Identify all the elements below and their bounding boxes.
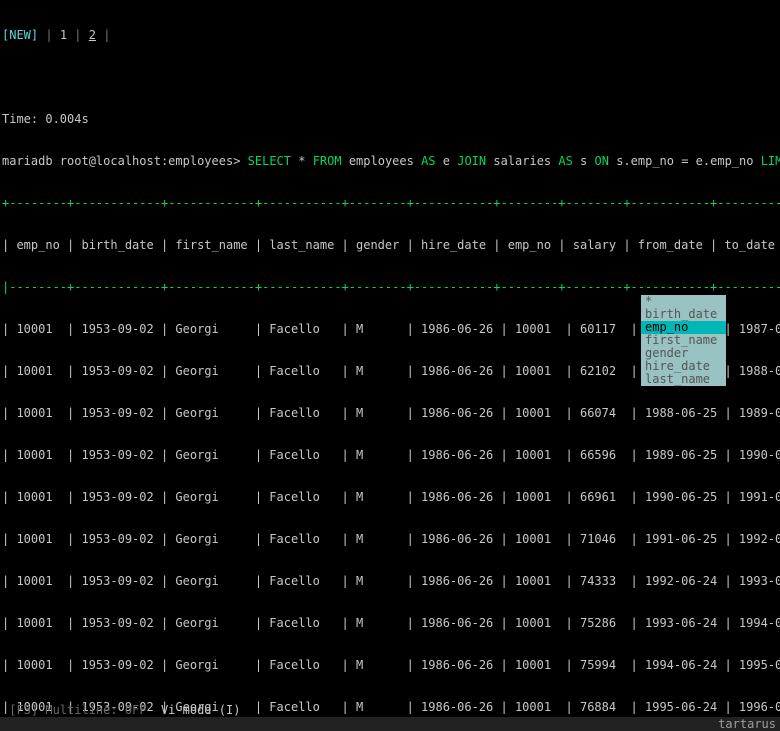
blank-line [2, 70, 778, 84]
vi-mode-indicator: Vi-mode (I) [161, 703, 240, 717]
tab-new[interactable]: [NEW] [2, 28, 38, 42]
table-row: | 10001 | 1953-09-02 | Georgi | Facello … [2, 532, 778, 546]
table-row: | 10001 | 1953-09-02 | Georgi | Facello … [2, 448, 778, 462]
table-row: | 10001 | 1953-09-02 | Georgi | Facello … [2, 658, 778, 672]
tab-1[interactable]: 1 [60, 28, 67, 42]
table-border-top: +--------+------------+------------+----… [2, 196, 778, 210]
table-border-mid: |--------+------------+------------+----… [2, 280, 778, 294]
table-row: | 10001 | 1953-09-02 | Georgi | Facello … [2, 406, 778, 420]
autocomplete-popup[interactable]: * birth_date emp_no first_name gender hi… [641, 295, 726, 386]
table-row: | 10001 | 1953-09-02 | Georgi | Facello … [2, 574, 778, 588]
client-tabbar[interactable]: [NEW] | 1 | 2 | [2, 28, 778, 42]
mode-line: [F3] Multiline: OFF Vi-mode (I) [0, 703, 780, 717]
repl-prompt: mariadb root@localhost:employees> [2, 154, 248, 168]
query-time-1: Time: 0.004s [2, 112, 778, 126]
table-row: | 10001 | 1953-09-02 | Georgi | Facello … [2, 616, 778, 630]
tab-2-active[interactable]: 2 [89, 28, 96, 42]
table-row: | 10001 | 1953-09-02 | Georgi | Facello … [2, 490, 778, 504]
tmux-hostname: tartarus [718, 717, 776, 731]
tmux-status[interactable]: 1:python*2:vim tartarus [0, 717, 780, 731]
query-line-1: mariadb root@localhost:employees> SELECT… [2, 154, 778, 168]
table-header: | emp_no | birth_date | first_name | las… [2, 238, 778, 252]
complete-item[interactable]: last_name [641, 373, 726, 386]
